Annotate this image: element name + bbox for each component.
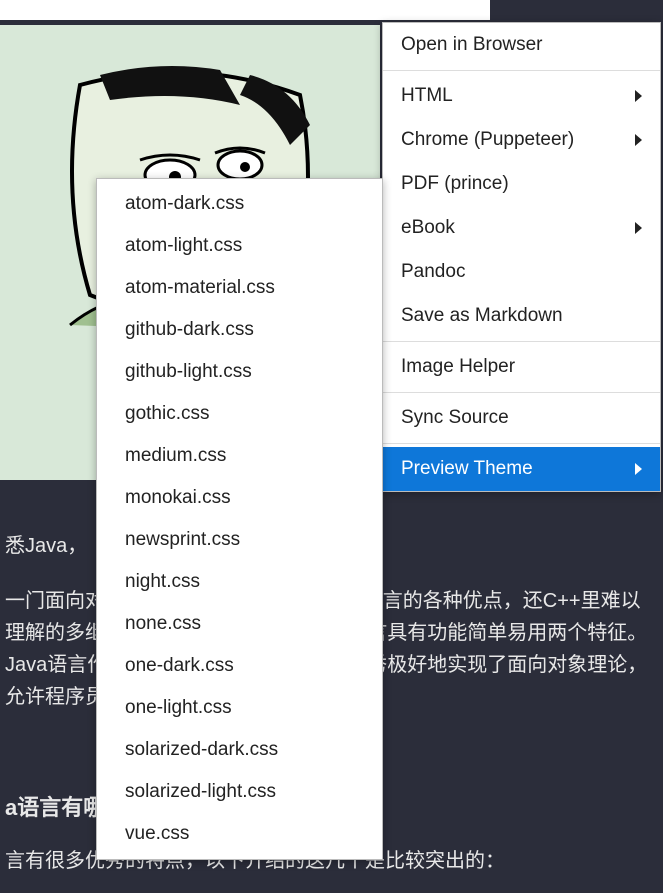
theme-item-vue-css[interactable]: vue.css xyxy=(97,813,382,855)
menu-item-preview-theme[interactable]: Preview Theme xyxy=(383,447,660,491)
context-menu: Open in Browser HTML Chrome (Puppeteer) PDF… xyxy=(382,22,661,492)
menu-item-chrome-puppeteer[interactable]: Chrome (Puppeteer) xyxy=(383,118,660,162)
menu-item-label: Image Helper xyxy=(401,356,515,378)
menu-item-pdf-prince[interactable]: PDF (prince) xyxy=(383,162,660,206)
menu-item-label: Sync Source xyxy=(401,407,509,429)
menu-item-html[interactable]: HTML xyxy=(383,74,660,118)
theme-item-one-dark-css[interactable]: one-dark.css xyxy=(97,645,382,687)
submenu-arrow-icon xyxy=(635,222,642,234)
menu-separator xyxy=(383,443,660,444)
theme-item-solarized-dark-css[interactable]: solarized-dark.css xyxy=(97,729,382,771)
theme-item-atom-light-css[interactable]: atom-light.css xyxy=(97,225,382,267)
preview-theme-submenu: atom-dark.cssatom-light.cssatom-material… xyxy=(96,178,383,860)
menu-item-label: PDF (prince) xyxy=(401,173,509,195)
menu-separator xyxy=(383,341,660,342)
theme-item-github-light-css[interactable]: github-light.css xyxy=(97,351,382,393)
theme-item-monokai-css[interactable]: monokai.css xyxy=(97,477,382,519)
menu-item-save-as-markdown[interactable]: Save as Markdown xyxy=(383,294,660,338)
submenu-arrow-icon xyxy=(635,134,642,146)
menu-item-label: HTML xyxy=(401,85,453,107)
menu-item-label: Pandoc xyxy=(401,261,465,283)
menu-separator xyxy=(383,392,660,393)
theme-item-gothic-css[interactable]: gothic.css xyxy=(97,393,382,435)
menu-item-label: Chrome (Puppeteer) xyxy=(401,129,574,151)
theme-item-atom-dark-css[interactable]: atom-dark.css xyxy=(97,183,382,225)
menu-item-pandoc[interactable]: Pandoc xyxy=(383,250,660,294)
theme-item-github-dark-css[interactable]: github-dark.css xyxy=(97,309,382,351)
menu-item-image-helper[interactable]: Image Helper xyxy=(383,345,660,389)
theme-item-newsprint-css[interactable]: newsprint.css xyxy=(97,519,382,561)
theme-item-atom-material-css[interactable]: atom-material.css xyxy=(97,267,382,309)
menu-item-label: Preview Theme xyxy=(401,458,533,480)
menu-item-ebook[interactable]: eBook xyxy=(383,206,660,250)
menu-separator xyxy=(383,70,660,71)
theme-item-one-light-css[interactable]: one-light.css xyxy=(97,687,382,729)
theme-item-none-css[interactable]: none.css xyxy=(97,603,382,645)
header-strip xyxy=(0,0,490,20)
submenu-arrow-icon xyxy=(635,463,642,475)
theme-item-medium-css[interactable]: medium.css xyxy=(97,435,382,477)
menu-item-open-in-browser[interactable]: Open in Browser xyxy=(383,23,660,67)
bg-text-fragment-1: 悉Java， xyxy=(0,530,92,562)
submenu-arrow-icon xyxy=(635,90,642,102)
menu-item-sync-source[interactable]: Sync Source xyxy=(383,396,660,440)
theme-item-solarized-light-css[interactable]: solarized-light.css xyxy=(97,771,382,813)
menu-item-label: eBook xyxy=(401,217,455,239)
theme-item-night-css[interactable]: night.css xyxy=(97,561,382,603)
menu-item-label: Save as Markdown xyxy=(401,305,563,327)
menu-item-label: Open in Browser xyxy=(401,34,543,56)
